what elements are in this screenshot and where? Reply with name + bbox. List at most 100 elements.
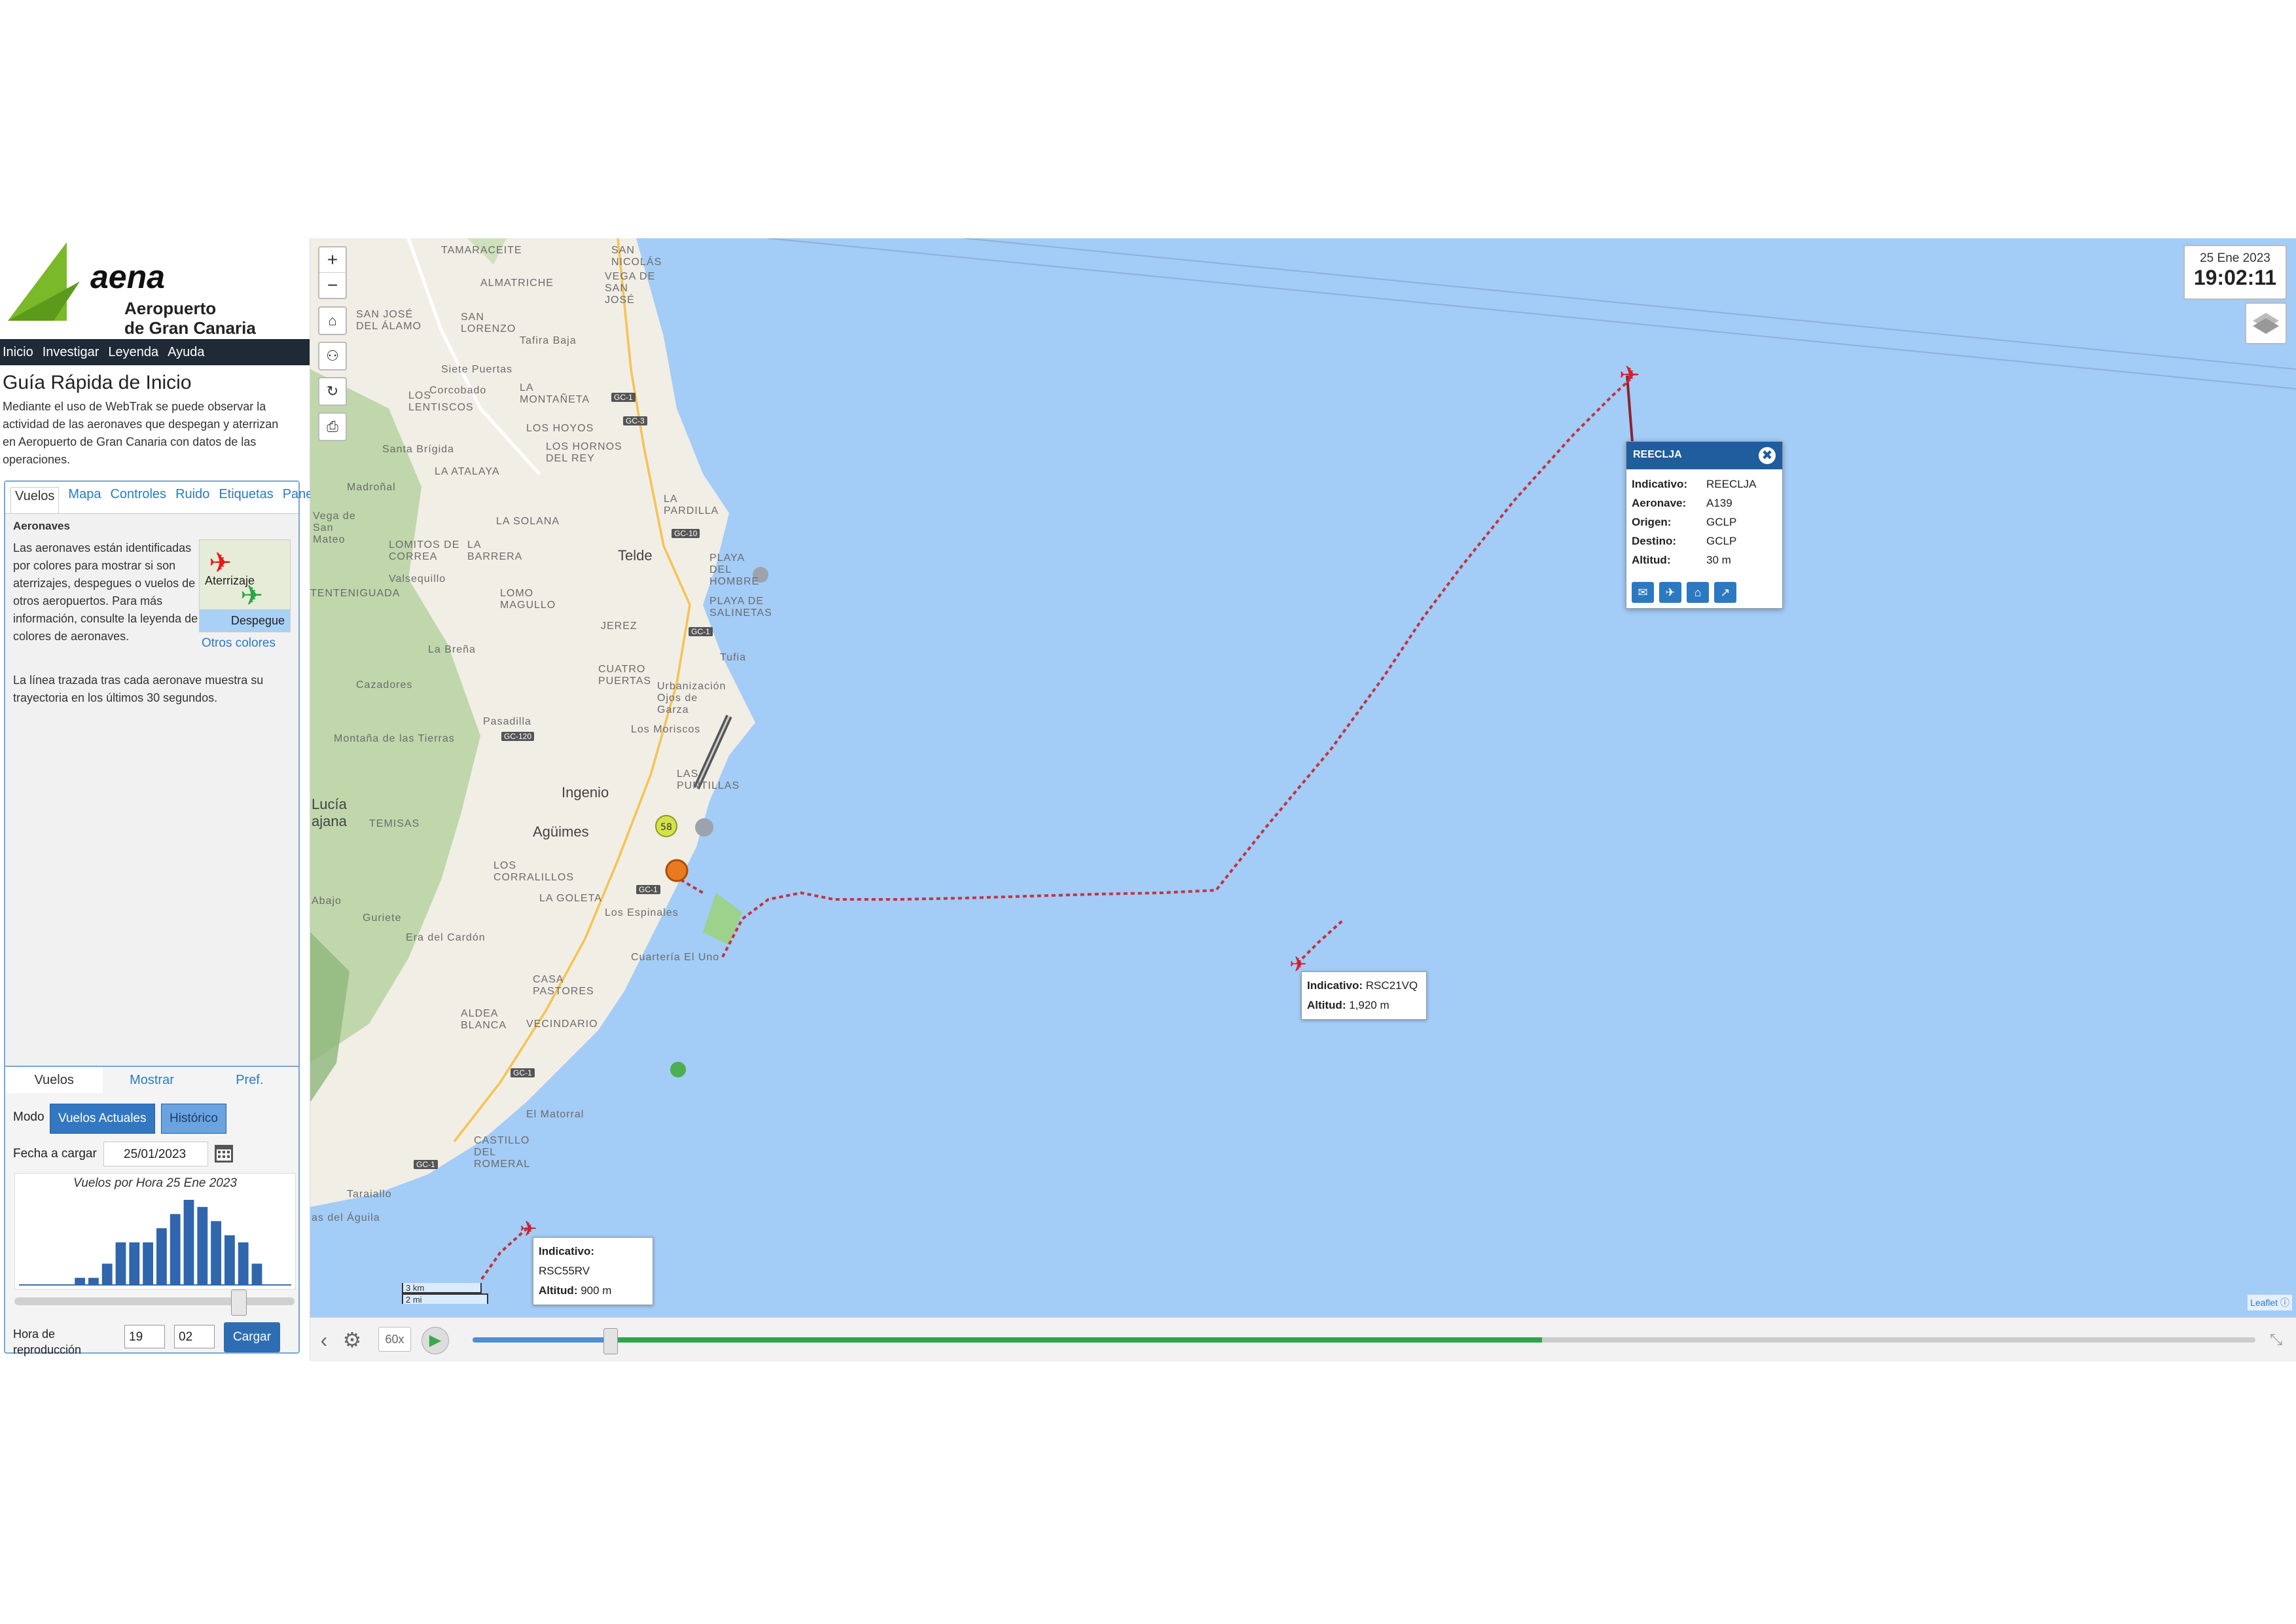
minute-spinner[interactable]: 02 <box>174 1325 215 1348</box>
place-label: El Matorral <box>526 1109 584 1120</box>
place-label: Urbanización Ojos de Garza <box>657 681 726 715</box>
place-label: LA SOLANA <box>496 516 560 527</box>
histogram-bar <box>197 1206 208 1285</box>
nav-investigar[interactable]: Investigar <box>43 345 99 360</box>
resize-handle-icon[interactable]: ⤡ <box>2270 1331 2289 1350</box>
place-label: Agüimes <box>533 823 589 840</box>
place-label: Valsequillo <box>389 573 446 585</box>
settings-button[interactable]: ⚙ <box>339 1327 365 1353</box>
nav-ayuda[interactable]: Ayuda <box>168 345 204 360</box>
tab-vuelos[interactable]: Vuelos <box>10 487 60 513</box>
aena-logo[interactable]: aena Aeropuerto de Gran Canaria <box>0 238 310 338</box>
legend-takeoff-label: Despegue <box>200 609 290 632</box>
place-label: Santa Brígida <box>382 444 454 455</box>
road-shield: GC-10 <box>672 529 700 538</box>
plane-icon[interactable]: ✈ <box>1659 582 1681 603</box>
histogram-bar <box>115 1242 126 1285</box>
place-label: LA MONTAÑETA <box>520 382 590 405</box>
collapse-panel-button[interactable]: ‹ <box>314 1327 334 1353</box>
map-view[interactable]: ✈ ✈ ✈ 58 TAMARACEITE ALMATRICHE SAN NICO… <box>310 238 2296 1317</box>
layers-button[interactable] <box>2245 302 2287 344</box>
guide-title: Guía Rápida de Inicio <box>3 372 192 393</box>
tab-pref[interactable]: Pref. <box>201 1067 298 1093</box>
close-icon[interactable]: ✖ <box>1759 447 1776 464</box>
home-button[interactable]: ⌂ <box>318 306 347 335</box>
road-shield: GC-1 <box>611 393 636 402</box>
tab-ruido[interactable]: Ruido <box>175 487 209 513</box>
place-label: LA GOLETA <box>539 893 602 904</box>
popup-row-altitud: Altitud: 30 m <box>1626 550 1782 569</box>
share-button[interactable]: ⚇ <box>318 342 347 370</box>
popup-label: Altitud: <box>1632 554 1671 566</box>
house-icon[interactable]: ⌂ <box>1687 582 1709 603</box>
road-shield: GC-1 <box>689 627 713 636</box>
attribution-link[interactable]: Leaflet <box>2250 1297 2278 1308</box>
tooltip-callsign: RSC55RV <box>539 1265 590 1277</box>
place-label: Tufia <box>720 652 746 663</box>
aircraft-parked-marker[interactable] <box>695 818 713 837</box>
place-label: CASA PASTORES <box>533 974 594 997</box>
tab-mostrar[interactable]: Mostrar <box>103 1067 200 1093</box>
place-label: Tafira Baja <box>520 335 577 346</box>
aircraft-popup: REECLJA ✖ Indicativo: REECLJA Aeronave: A1… <box>1626 441 1783 609</box>
histogram-bar <box>211 1221 221 1285</box>
load-button[interactable]: Cargar <box>224 1322 280 1352</box>
place-label: SAN NICOLÁS <box>611 245 662 268</box>
road-shield: GC-1 <box>414 1160 438 1169</box>
place-label: TEMISAS <box>369 818 420 829</box>
playback-speed-button[interactable]: 60x <box>378 1327 411 1352</box>
place-label: La Breña <box>428 644 476 655</box>
tab-controles[interactable]: Controles <box>110 487 166 513</box>
play-button[interactable]: ▶ <box>422 1327 449 1354</box>
place-label: Taraiallo <box>347 1189 392 1200</box>
place-label: Cazadores <box>356 679 413 691</box>
histogram-bar <box>88 1278 99 1285</box>
tooltip-callsign: RSC21VQ <box>1365 979 1418 992</box>
historic-button[interactable]: Histórico <box>161 1104 226 1134</box>
current-flights-button[interactable]: Vuelos Actuales <box>50 1104 155 1134</box>
layers-icon <box>2253 313 2279 334</box>
leaflet-attribution[interactable]: Leaflet ⓘ <box>2248 1295 2292 1310</box>
tab-vuelos-bottom[interactable]: Vuelos <box>5 1067 103 1093</box>
section-title: Aeronaves <box>13 520 70 532</box>
timeline-loaded <box>611 1337 1543 1343</box>
refresh-button[interactable]: ↻ <box>318 377 347 406</box>
zoom-in-button[interactable]: + <box>319 247 346 272</box>
scale-km: 3 km <box>402 1283 482 1293</box>
hour-slider-track[interactable] <box>14 1297 295 1305</box>
chart-icon[interactable]: ↗ <box>1714 582 1736 603</box>
hour-slider-thumb[interactable] <box>231 1290 247 1316</box>
popup-row-indicativo: Indicativo: REECLJA <box>1626 475 1782 494</box>
top-nav: Inicio Investigar Leyenda Ayuda <box>0 339 310 365</box>
timeline-track[interactable] <box>473 1337 2255 1343</box>
nav-inicio[interactable]: Inicio <box>3 345 33 360</box>
zoom-out-button[interactable]: − <box>319 272 346 298</box>
comment-icon[interactable]: ✉ <box>1632 582 1654 603</box>
timeline-thumb[interactable] <box>603 1328 618 1354</box>
popup-value: GCLP <box>1706 535 1737 547</box>
popup-actions: ✉ ✈ ⌂ ↗ <box>1632 582 1736 603</box>
popup-label: Aeronave: <box>1632 497 1687 509</box>
place-label: Telde <box>618 547 653 564</box>
popup-row-aeronave: Aeronave: A139 <box>1626 494 1782 513</box>
tooltip-altitude: 1,920 m <box>1349 999 1390 1011</box>
tab-mapa[interactable]: Mapa <box>68 487 101 513</box>
other-colors-link[interactable]: Otros colores <box>202 636 276 651</box>
place-label: LOS CORRALILLOS <box>493 860 575 883</box>
place-label: Los Moriscos <box>631 724 701 735</box>
ground-aircraft-marker[interactable] <box>665 859 689 882</box>
tab-etiquetas[interactable]: Etiquetas <box>219 487 273 513</box>
aircraft-reeclja-icon[interactable]: ✈ <box>1619 361 1640 389</box>
hour-spinner[interactable]: 19 <box>124 1325 165 1348</box>
calendar-icon[interactable] <box>213 1142 234 1164</box>
nav-leyenda[interactable]: Leyenda <box>108 345 158 360</box>
road-shield: GC-1 <box>636 885 660 894</box>
print-button[interactable]: ⎙ <box>318 412 347 441</box>
info-icon[interactable]: ⓘ <box>2280 1297 2289 1308</box>
place-label: Los Espinales <box>605 907 679 918</box>
date-input[interactable]: 25/01/2023 <box>103 1142 208 1166</box>
scale-mi: 2 mi <box>402 1293 488 1305</box>
green-station-marker[interactable] <box>670 1062 686 1077</box>
play-icon: ▶ <box>429 1331 442 1349</box>
place-label: Cuartería El Uno <box>631 952 720 963</box>
